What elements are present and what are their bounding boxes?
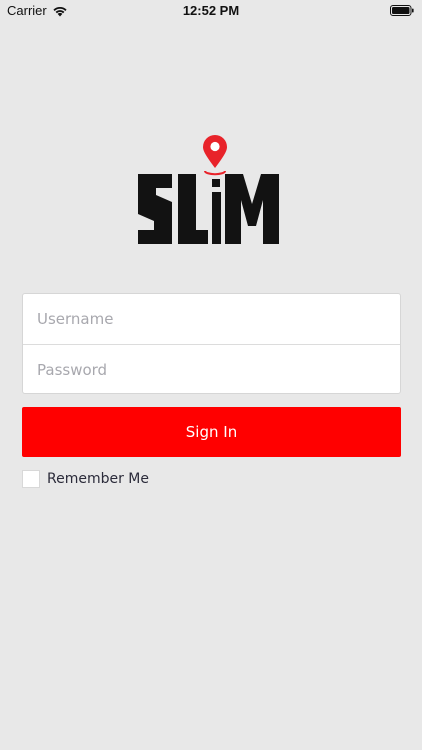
- slim-logo: [138, 135, 279, 244]
- status-bar: Carrier 12:52 PM: [0, 0, 422, 22]
- status-time: 12:52 PM: [182, 3, 240, 18]
- logo-letter-s: [138, 174, 172, 244]
- logo-letter-i-dot: [212, 179, 220, 187]
- battery-icon: [390, 5, 414, 16]
- password-input[interactable]: [23, 345, 400, 395]
- login-fields: [22, 293, 401, 395]
- map-pin-icon: [203, 135, 227, 176]
- sign-in-button[interactable]: Sign In: [22, 407, 401, 457]
- logo-letter-m: [225, 174, 279, 244]
- remember-me-label[interactable]: Remember Me: [47, 471, 149, 487]
- remember-me-checkbox[interactable]: [22, 470, 40, 488]
- remember-me-row[interactable]: Remember Me: [22, 470, 149, 488]
- logo-letter-i-stem: [212, 192, 221, 244]
- username-input[interactable]: [23, 294, 400, 344]
- logo-letter-l: [178, 174, 208, 244]
